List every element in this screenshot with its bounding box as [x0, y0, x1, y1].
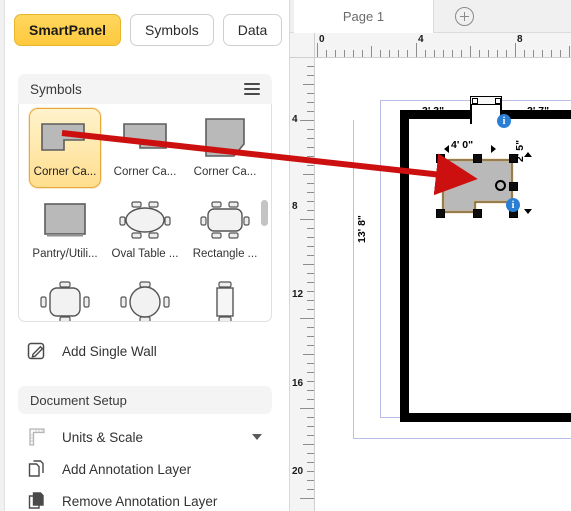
- handle-bottom-left[interactable]: [436, 209, 445, 218]
- oval-table-6-chairs-icon: [116, 197, 174, 243]
- symbol-label: Corner Ca...: [113, 166, 177, 178]
- square-table-4-chairs-icon: [36, 279, 94, 321]
- add-single-wall-label: Add Single Wall: [62, 343, 157, 359]
- units-and-scale-label: Units & Scale: [62, 429, 144, 445]
- guide-line-outer-left: [353, 120, 354, 439]
- ruler-corner-icon: [24, 426, 50, 448]
- remove-annotation-layer-button[interactable]: Remove Annotation Layer: [18, 484, 272, 511]
- wall-bottom[interactable]: [400, 413, 571, 422]
- tab-page-1[interactable]: Page 1: [294, 0, 434, 33]
- ruler-v-label-12: 12: [292, 289, 304, 300]
- symbols-section-title: Symbols: [30, 81, 82, 97]
- remove-annotation-layer-label: Remove Annotation Layer: [62, 493, 218, 509]
- smartpanel-app: SmartPanel Symbols Data ✖ Symbols: [0, 0, 571, 511]
- round-table-4-chairs-icon: [116, 279, 174, 321]
- document-setup-header: Document Setup: [18, 386, 272, 414]
- symbol-label: Rectangle ...: [192, 248, 258, 260]
- handle-top-left[interactable]: [436, 154, 445, 163]
- dimension-label: 4' 0": [451, 139, 474, 151]
- guide-line-outer-bottom: [353, 438, 571, 439]
- panel-tabbar: SmartPanel Symbols Data ✖: [14, 10, 284, 50]
- hamburger-icon[interactable]: [244, 83, 260, 95]
- symbol-tile-corner-cabinet-1[interactable]: Corner Ca...: [29, 108, 101, 188]
- add-annotation-layer-label: Add Annotation Layer: [62, 461, 192, 477]
- pantry-utility-cabinet-icon: [36, 197, 94, 243]
- horizontal-ruler[interactable]: 0 4 8: [290, 33, 571, 58]
- pencil-square-icon: [24, 340, 50, 362]
- symbol-tile-round-table[interactable]: [109, 272, 181, 321]
- remove-layer-icon: [24, 490, 50, 511]
- corner-cabinet-l-shape-icon: [36, 115, 94, 161]
- panel-edge-strip: [0, 0, 5, 511]
- symbols-grid-container: Corner Ca... Corner Ca... Corner Ca... P…: [18, 104, 272, 322]
- symbols-grid: Corner Ca... Corner Ca... Corner Ca... P…: [19, 104, 266, 321]
- ruler-v-label-20: 20: [292, 466, 304, 477]
- wall-left[interactable]: [400, 110, 409, 422]
- units-and-scale-button[interactable]: Units & Scale: [18, 420, 272, 454]
- vertical-ruler[interactable]: 4 8 12 16 20: [290, 58, 315, 511]
- ruler-h-label-8: 8: [517, 34, 523, 45]
- ruler-v-label-16: 16: [292, 378, 304, 389]
- symbol-tile-square-table[interactable]: [29, 272, 101, 321]
- dimension-label: 2' 7": [527, 105, 550, 117]
- corner-cabinet-chamfered-icon: [196, 115, 254, 161]
- symbol-tile-oval-table[interactable]: Oval Table ...: [109, 190, 181, 270]
- handle-middle-right[interactable]: [509, 182, 518, 191]
- dimension-label: 2' 5": [514, 139, 526, 162]
- tab-symbols[interactable]: Symbols: [130, 14, 214, 46]
- object-info-badge[interactable]: i: [506, 198, 520, 212]
- symbols-section-header: Symbols: [18, 74, 272, 104]
- dimension-label: 3' 3": [422, 105, 445, 117]
- symbol-label: Corner Ca...: [193, 166, 257, 178]
- handle-middle-left[interactable]: [436, 182, 445, 191]
- symbol-tile-corner-cabinet-3[interactable]: Corner Ca...: [189, 108, 261, 188]
- chevron-down-icon[interactable]: [252, 434, 262, 440]
- symbol-tile-pantry-utility[interactable]: Pantry/Utili...: [29, 190, 101, 270]
- document-setup-title: Document Setup: [30, 392, 127, 408]
- ruler-h-label-0: 0: [319, 34, 325, 45]
- add-annotation-layer-button[interactable]: Add Annotation Layer: [18, 452, 272, 486]
- symbol-label: Corner Ca...: [33, 166, 97, 178]
- window-info-badge[interactable]: i: [497, 114, 511, 128]
- ruler-corner: [290, 33, 315, 58]
- tab-data[interactable]: Data: [222, 14, 283, 46]
- canvas-surface[interactable]: i 3' 3" 2' 7" 4' 0" i 2' 5" 13' 8": [315, 58, 571, 511]
- ruler-h-label-4: 4: [418, 34, 424, 45]
- handle-top-center[interactable]: [473, 154, 482, 163]
- symbol-label: Pantry/Utili...: [32, 248, 98, 260]
- handle-bottom-center[interactable]: [473, 209, 482, 218]
- left-panel: SmartPanel Symbols Data ✖ Symbols: [0, 0, 290, 511]
- tab-smartpanel[interactable]: SmartPanel: [14, 14, 122, 46]
- page-tabbar: Page 1: [290, 0, 571, 33]
- symbol-tile-rectangle-table[interactable]: Rectangle ...: [189, 190, 261, 270]
- rectangle-table-6-chairs-icon: [196, 197, 254, 243]
- symbol-tile-corner-cabinet-2[interactable]: Corner Ca...: [109, 108, 181, 188]
- add-single-wall-button[interactable]: Add Single Wall: [18, 334, 272, 368]
- ruler-v-label-8: 8: [292, 201, 298, 212]
- symbol-label: Oval Table ...: [111, 248, 179, 260]
- narrow-table-2-chairs-icon: [196, 279, 254, 321]
- rotation-handle[interactable]: [495, 180, 506, 191]
- corner-cabinet-notched-icon: [116, 115, 174, 161]
- dimension-room-height: 13' 8": [356, 215, 368, 243]
- symbol-tile-narrow-table[interactable]: [189, 272, 261, 321]
- symbols-scrollbar-thumb[interactable]: [261, 200, 268, 226]
- ruler-v-label-4: 4: [292, 114, 298, 125]
- canvas-area: Page 1 0 4 8 4 8 12 16 20 i 3' 3" 2' 7" …: [290, 0, 571, 511]
- add-layer-icon: [24, 458, 50, 480]
- plus-circle-icon[interactable]: [455, 7, 474, 26]
- guide-line-left-v: [380, 100, 381, 418]
